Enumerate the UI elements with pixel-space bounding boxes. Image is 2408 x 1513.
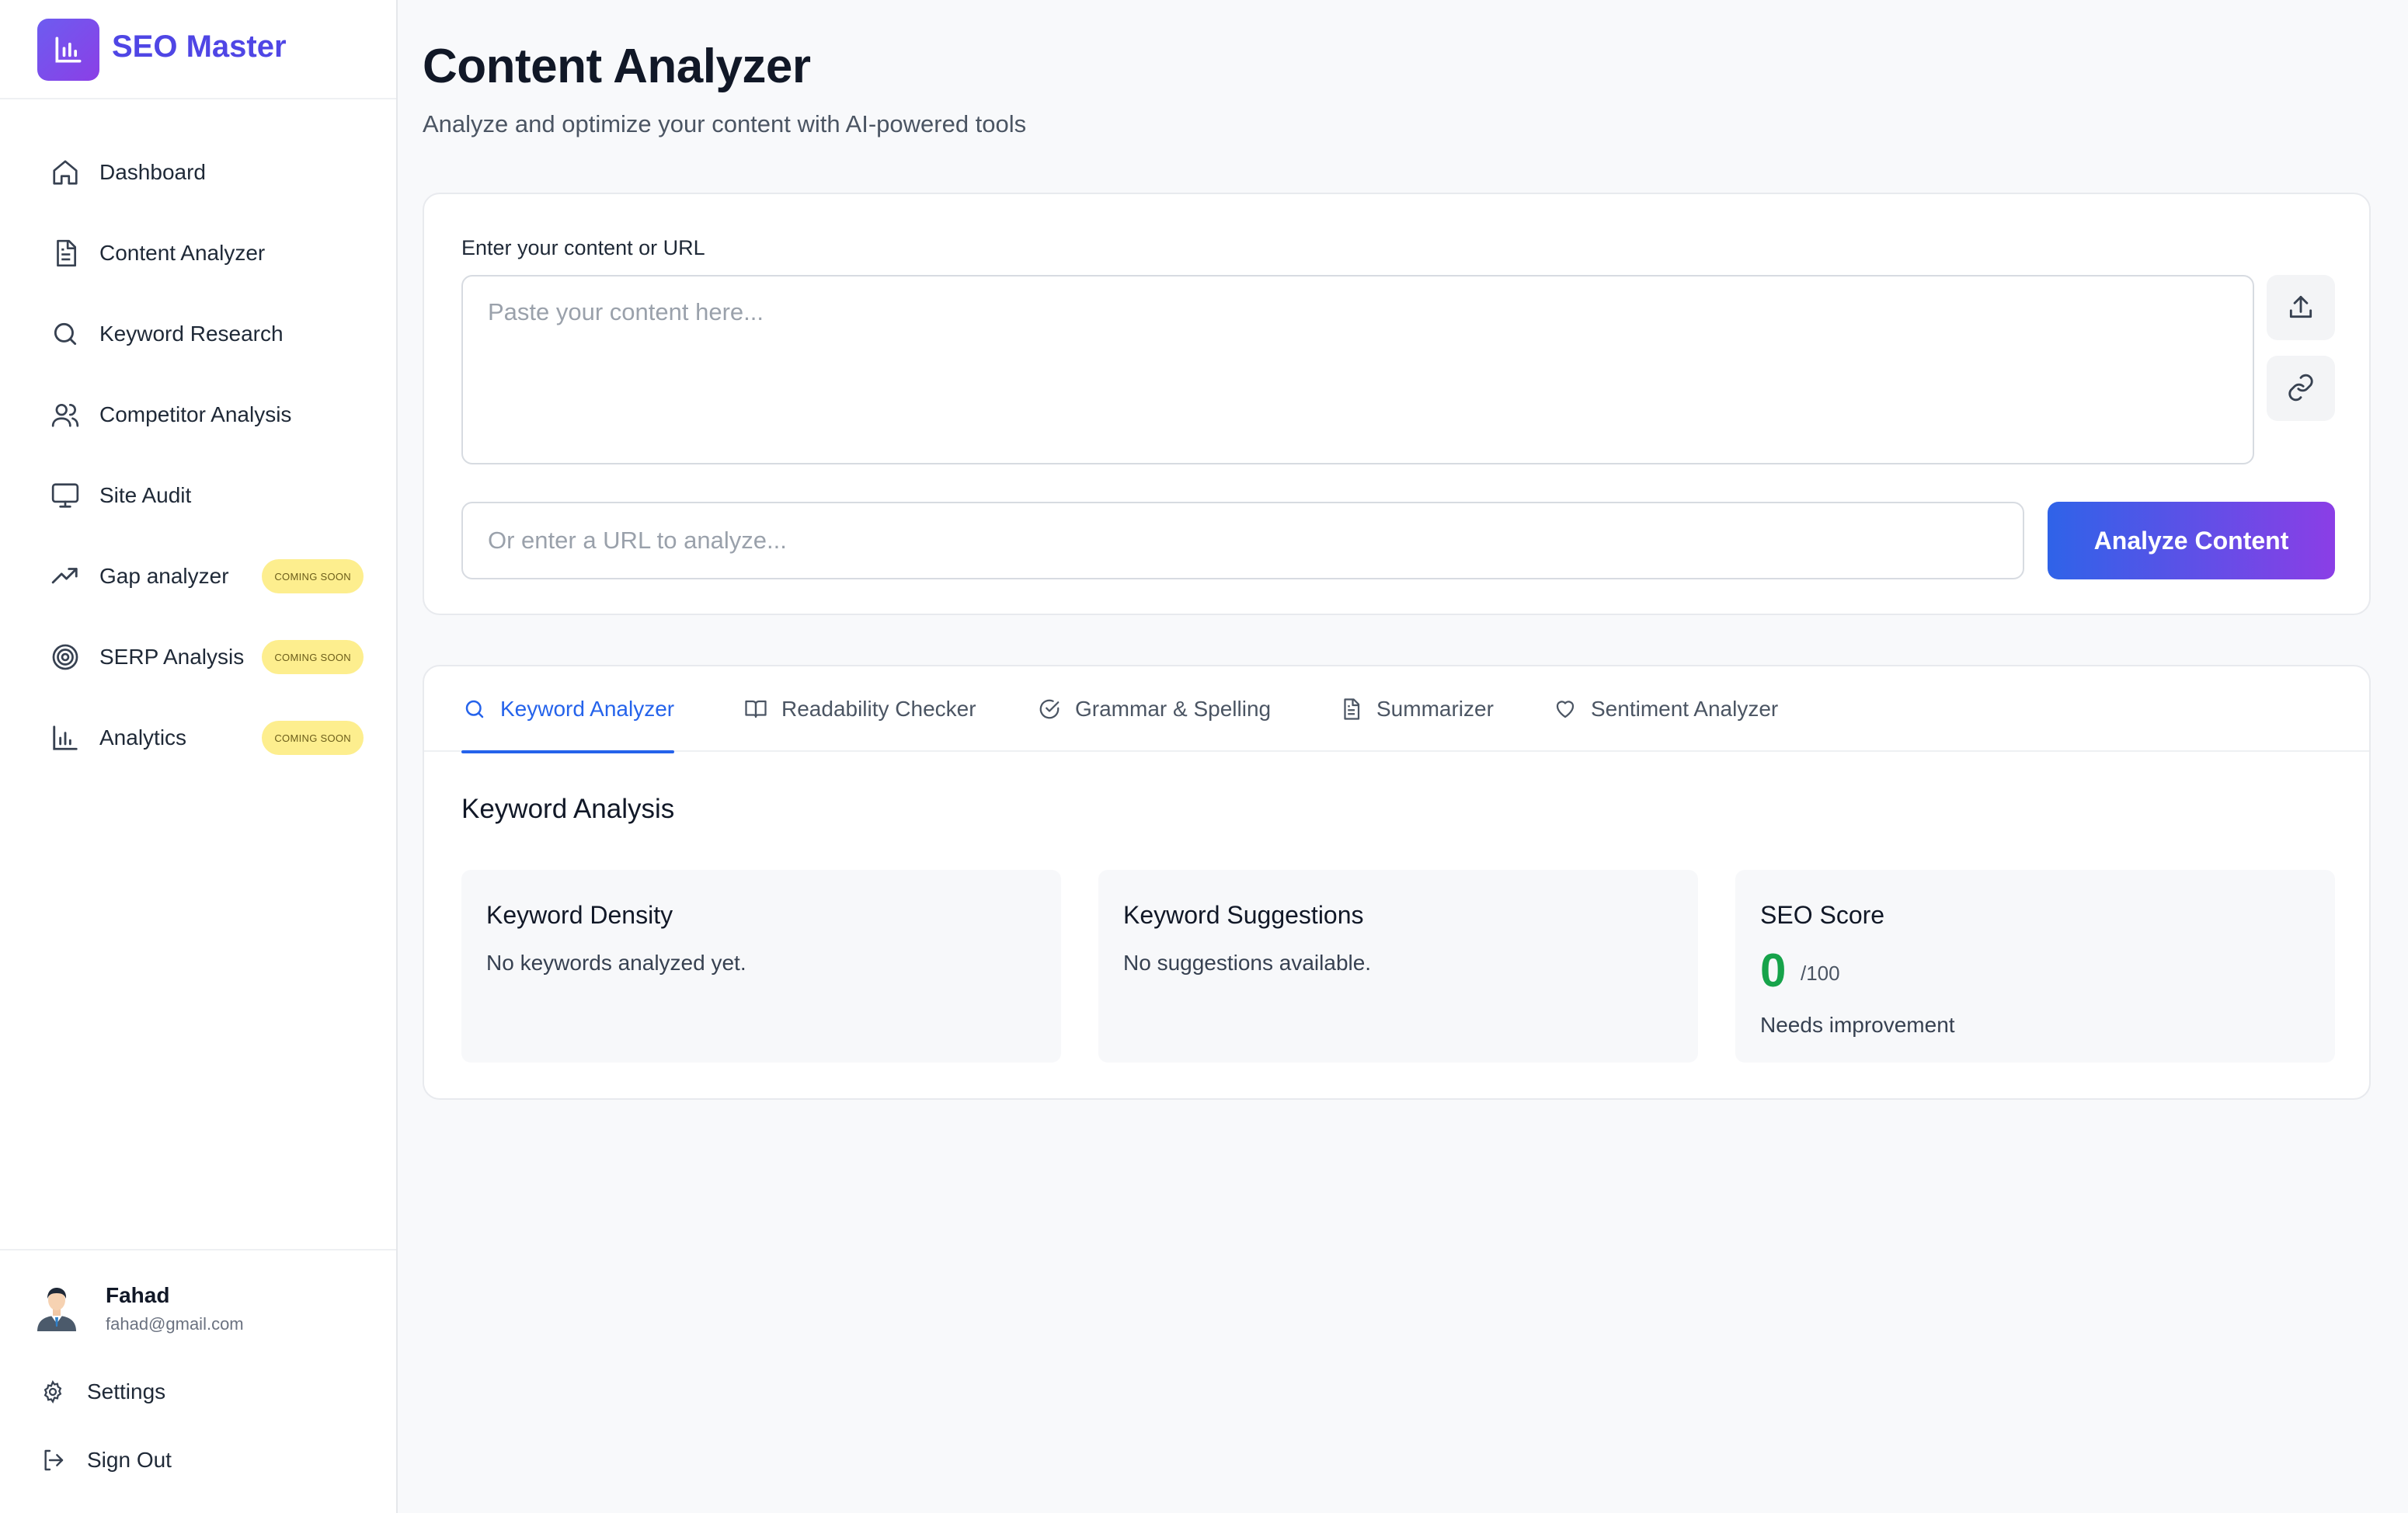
section-title: Keyword Analysis [461,794,675,824]
tab-keyword-analyzer[interactable]: Keyword Analyzer [461,666,675,753]
sidebar: SEO Master Dashboard Content Analyzer Ke… [0,0,398,1513]
sidebar-item-content-analyzer[interactable]: Content Analyzer [31,221,373,286]
avatar[interactable] [31,1280,82,1331]
link-button[interactable] [2267,356,2335,421]
tab-label: Summarizer [1376,697,1494,721]
panel-text: No suggestions available. [1123,951,1372,975]
panel-title: Keyword Suggestions [1123,901,1364,929]
settings-button[interactable]: Settings [31,1369,373,1415]
bar-chart-logo-icon[interactable] [37,19,99,81]
tab-label: Grammar & Spelling [1075,697,1272,721]
panel-title: SEO Score [1760,901,1885,929]
search-icon [461,696,488,722]
brand-name[interactable]: SEO Master [112,30,287,64]
keyword-suggestions-panel: Keyword Suggestions No suggestions avail… [1098,870,1698,1063]
sign-out-button[interactable]: Sign Out [31,1437,373,1483]
sidebar-item-label: Site Audit [99,483,192,507]
analysis-card: Keyword Analyzer Readability Checker Gra… [423,665,2371,1100]
upload-icon [2286,292,2316,324]
sidebar-item-site-audit[interactable]: Site Audit [31,463,373,528]
tool-tabs: Keyword Analyzer Readability Checker Gra… [424,666,2369,753]
content-input-label: Enter your content or URL [461,236,705,259]
check-circle-icon [1036,696,1063,722]
seo-score-panel: SEO Score 0 /100 Needs improvement [1735,870,2335,1063]
upload-button[interactable] [2267,275,2335,340]
coming-soon-badge: COMING SOON [262,640,364,674]
seo-score-value: 0 [1760,944,1787,996]
coming-soon-badge: COMING SOON [262,559,364,593]
brand-header: SEO Master [0,0,396,99]
sidebar-item-label: Competitor Analysis [99,402,292,426]
log-out-icon [39,1446,67,1474]
sidebar-item-gap-analyzer[interactable]: Gap analyzer COMING SOON [31,544,373,609]
analyze-content-button[interactable]: Analyze Content [2048,502,2335,579]
user-email: fahad@gmail.com [106,1314,244,1334]
sidebar-item-analytics[interactable]: Analytics COMING SOON [31,705,373,770]
tab-sentiment-analyzer[interactable]: Sentiment Analyzer [1552,666,1778,752]
sidebar-item-label: Content Analyzer [99,241,266,265]
page-title: Content Analyzer [423,40,811,93]
sidebar-item-label: Keyword Research [99,322,284,346]
url-input[interactable] [461,502,2024,579]
sidebar-item-keyword-research[interactable]: Keyword Research [31,301,373,367]
target-icon [48,640,82,674]
tab-label: Keyword Analyzer [500,697,675,721]
content-textarea[interactable] [461,275,2254,464]
gear-icon [39,1378,67,1406]
monitor-icon [48,478,82,513]
sign-out-label: Sign Out [87,1448,172,1472]
link-icon [2286,373,2316,405]
keyword-density-panel: Keyword Density No keywords analyzed yet… [461,870,1061,1063]
tab-summarizer[interactable]: Summarizer [1338,666,1494,752]
bar-chart-icon [48,721,82,755]
tab-grammar-spelling[interactable]: Grammar & Spelling [1036,666,1271,752]
tab-label: Readability Checker [781,697,976,721]
document-icon [1338,696,1364,722]
seo-score-status: Needs improvement [1760,1013,1955,1037]
document-icon [48,236,82,270]
sidebar-item-label: Dashboard [99,160,206,184]
tab-readability-checker[interactable]: Readability Checker [743,666,976,752]
sidebar-item-competitor-analysis[interactable]: Competitor Analysis [31,382,373,447]
coming-soon-badge: COMING SOON [262,721,364,755]
home-icon [48,155,82,190]
user-name: Fahad [106,1283,170,1307]
sidebar-item-label: Gap analyzer [99,564,229,588]
trending-up-icon [48,559,82,593]
sidebar-item-serp-analysis[interactable]: SERP Analysis COMING SOON [31,624,373,690]
seo-score-max: /100 [1801,962,1840,985]
tab-label: Sentiment Analyzer [1591,697,1779,721]
book-open-icon [743,696,769,722]
divider [0,1249,396,1250]
heart-icon [1552,696,1578,722]
sidebar-item-dashboard[interactable]: Dashboard [31,140,373,205]
search-icon [48,317,82,351]
content-input-card: Enter your content or URL Analyze Conten… [423,193,2371,615]
sidebar-item-label: Analytics [99,725,187,750]
panel-text: No keywords analyzed yet. [486,951,746,975]
settings-label: Settings [87,1379,166,1403]
users-icon [48,398,82,432]
panel-title: Keyword Density [486,901,673,929]
page-subtitle: Analyze and optimize your content with A… [423,110,1027,137]
sidebar-item-label: SERP Analysis [99,645,245,669]
